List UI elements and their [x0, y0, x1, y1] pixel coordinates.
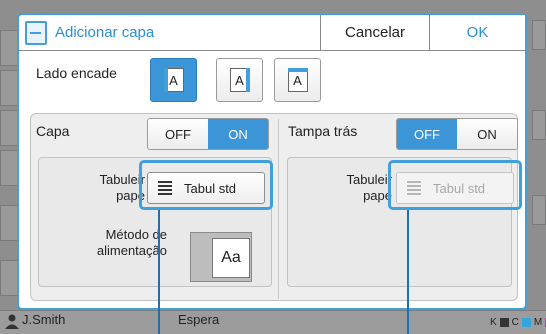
back-cover-on-button[interactable]: ON: [457, 119, 517, 149]
machine-status: Espera: [178, 312, 220, 327]
binding-side-label: Lado encade: [36, 65, 117, 81]
front-cover-off-button[interactable]: OFF: [148, 119, 208, 149]
background-right-button: [532, 110, 546, 140]
add-cover-icon: [25, 21, 47, 45]
toner-k-swatch: [499, 318, 509, 327]
dialog-title: Adicionar capa: [55, 24, 155, 41]
user-name: J.Smith: [22, 312, 66, 327]
front-cover-on-button[interactable]: ON: [208, 119, 268, 149]
front-tray-label: Tabuleir pape: [99, 172, 145, 203]
back-tray-label: Tabuleir pape: [346, 172, 392, 203]
feed-method-preview[interactable]: Aa: [190, 232, 258, 288]
front-cover-toggle: OFF ON: [147, 118, 269, 150]
back-cover-label: Tampa trás: [288, 123, 358, 139]
feed-sheet-preview: Aa: [212, 238, 250, 278]
dialog-header: Adicionar capa Cancelar OK: [19, 15, 525, 51]
back-cover-off-button[interactable]: OFF: [397, 119, 457, 149]
binding-left-button[interactable]: A: [150, 58, 197, 102]
toner-k-label: K: [490, 317, 497, 328]
front-cover-label: Capa: [36, 123, 70, 139]
cancel-button[interactable]: Cancelar: [320, 15, 429, 50]
toner-c-label: C: [511, 317, 519, 328]
background-right-button: [532, 195, 546, 225]
right-binding-icon: A: [229, 68, 250, 92]
top-binding-icon: A: [287, 68, 308, 92]
toner-c-swatch: [521, 318, 531, 327]
back-tray-pointer-line: [407, 210, 409, 334]
ok-button[interactable]: OK: [429, 15, 525, 50]
binding-top-button[interactable]: A: [274, 58, 321, 102]
back-tray-highlight: [388, 160, 522, 210]
status-bar: [0, 310, 546, 334]
binding-right-button[interactable]: A: [216, 58, 263, 102]
user-icon: [5, 314, 19, 329]
front-tray-highlight: [139, 160, 273, 210]
panel-divider: [278, 119, 279, 299]
toner-m-label: M: [533, 317, 543, 328]
front-tray-pointer-line: [158, 210, 160, 334]
background-right-button: [532, 20, 546, 50]
back-cover-toggle: OFF ON: [396, 118, 518, 150]
toner-levels: K C M: [490, 317, 546, 328]
feed-method-label: Método de alimentação: [96, 227, 167, 258]
left-binding-icon: A: [163, 68, 184, 92]
